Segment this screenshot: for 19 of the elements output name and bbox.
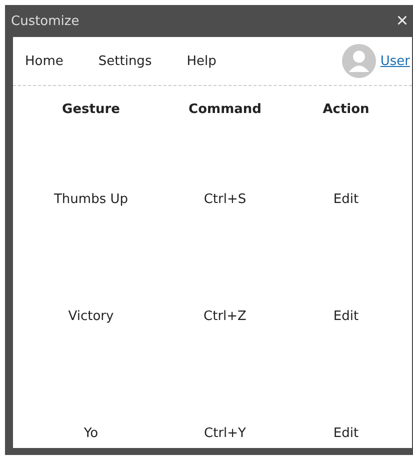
close-button[interactable]: × <box>392 11 412 31</box>
table-cell-text: Ctrl+S <box>202 191 248 208</box>
user-link[interactable]: User <box>380 54 410 68</box>
edit-link[interactable]: Edit <box>281 191 411 208</box>
column-header: Command <box>188 102 262 119</box>
window-title: Customize <box>11 14 80 28</box>
avatar-icon <box>342 44 376 78</box>
table-cell-text: Ctrl+Z <box>202 308 248 325</box>
edit-link[interactable]: Edit <box>281 425 411 442</box>
edit-link[interactable]: Edit <box>281 308 411 325</box>
table-cell-text: Thumbs Up <box>52 191 129 208</box>
column-header: Gesture <box>61 102 121 119</box>
table-cell-text: Yo <box>82 425 100 442</box>
nav-link[interactable]: Home <box>25 54 64 68</box>
column-header: Action <box>322 102 370 119</box>
nav-link[interactable]: Help <box>186 54 216 68</box>
table-cell-text: Ctrl+Y <box>203 425 247 442</box>
nav-link[interactable]: Settings <box>98 54 152 68</box>
table-cell-text: Victory <box>67 308 115 325</box>
